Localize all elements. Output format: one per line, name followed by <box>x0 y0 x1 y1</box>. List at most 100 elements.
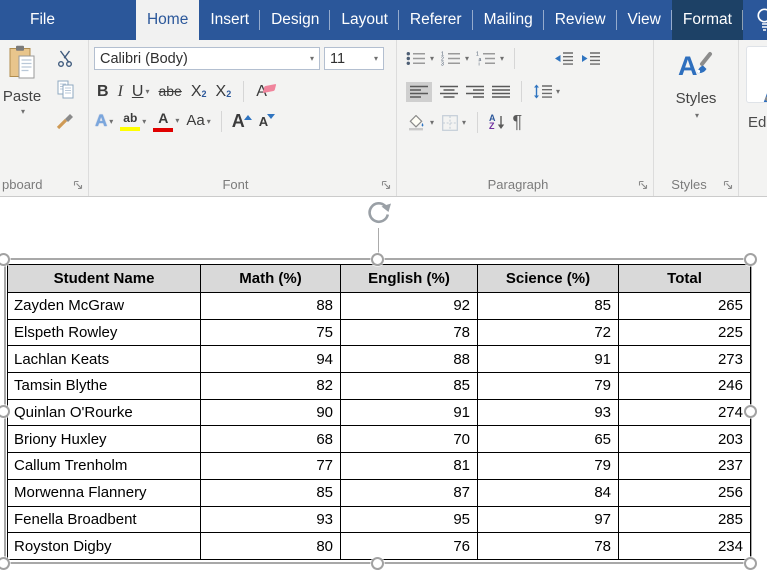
tab-mailings[interactable]: Mailing <box>473 0 544 40</box>
rotate-handle-icon[interactable] <box>364 199 393 228</box>
cell-name[interactable]: Zayden McGraw <box>8 293 201 320</box>
cell-total[interactable]: 203 <box>619 426 751 453</box>
dialog-launcher-icon[interactable] <box>73 180 83 190</box>
cell-total[interactable]: 256 <box>619 479 751 506</box>
cell-name[interactable]: Royston Digby <box>8 533 201 560</box>
show-paragraph-marks-button[interactable]: ¶ <box>513 112 523 133</box>
line-spacing-button[interactable]: ▾ <box>533 84 560 99</box>
bullets-button[interactable]: ▾ <box>406 51 434 66</box>
format-painter-icon[interactable] <box>56 112 75 130</box>
align-right-button[interactable] <box>466 85 484 99</box>
cell-total[interactable]: 285 <box>619 506 751 533</box>
decrease-indent-button[interactable] <box>554 51 574 66</box>
shrink-font-button[interactable]: A <box>259 114 275 130</box>
highlight-button[interactable]: ab▾ <box>120 112 146 130</box>
cell-total[interactable]: 225 <box>619 319 751 346</box>
cell-name[interactable]: Quinlan O'Rourke <box>8 399 201 426</box>
dialog-launcher-icon[interactable] <box>723 180 733 190</box>
resize-handle-top-center[interactable] <box>371 253 384 266</box>
grade-table[interactable]: Student NameMath (%)English (%)Science (… <box>7 264 751 560</box>
cell-math[interactable]: 93 <box>201 506 341 533</box>
tab-references[interactable]: Referer <box>399 0 473 40</box>
cell-math[interactable]: 88 <box>201 293 341 320</box>
cell-math[interactable]: 90 <box>201 399 341 426</box>
column-header[interactable]: Total <box>619 265 751 293</box>
cell-name[interactable]: Fenella Broadbent <box>8 506 201 533</box>
increase-indent-button[interactable] <box>581 51 601 66</box>
shading-button[interactable]: ▾ <box>406 115 434 131</box>
cell-name[interactable]: Lachlan Keats <box>8 346 201 373</box>
borders-button[interactable]: ▾ <box>442 115 466 131</box>
cell-name[interactable]: Tamsin Blythe <box>8 373 201 400</box>
tab-format[interactable]: Format <box>672 0 743 40</box>
cell-english[interactable]: 85 <box>341 373 478 400</box>
cell-english[interactable]: 88 <box>341 346 478 373</box>
underline-button[interactable]: U▾ <box>132 83 150 101</box>
copy-icon[interactable] <box>57 80 75 99</box>
cell-english[interactable]: 91 <box>341 399 478 426</box>
dialog-launcher-icon[interactable] <box>638 180 648 190</box>
align-left-button[interactable] <box>406 82 432 102</box>
text-effects-button[interactable]: A▾ <box>95 112 113 131</box>
cell-total[interactable]: 234 <box>619 533 751 560</box>
cell-science[interactable]: 85 <box>478 293 619 320</box>
font-size-select[interactable]: 11 ▾ <box>324 47 384 70</box>
cut-icon[interactable] <box>57 50 74 67</box>
cell-math[interactable]: 68 <box>201 426 341 453</box>
tab-view[interactable]: View <box>617 0 672 40</box>
styles-gallery-button[interactable]: A Styles ▾ <box>654 48 738 120</box>
document-canvas[interactable]: Student NameMath (%)English (%)Science (… <box>0 197 767 583</box>
cell-science[interactable]: 79 <box>478 373 619 400</box>
cell-math[interactable]: 80 <box>201 533 341 560</box>
column-header[interactable]: Science (%) <box>478 265 619 293</box>
cell-math[interactable]: 94 <box>201 346 341 373</box>
cell-name[interactable]: Elspeth Rowley <box>8 319 201 346</box>
cell-science[interactable]: 79 <box>478 453 619 480</box>
tab-review[interactable]: Review <box>544 0 617 40</box>
cell-total[interactable]: 237 <box>619 453 751 480</box>
resize-handle-top-right[interactable] <box>744 253 757 266</box>
sort-button[interactable]: AZ <box>489 115 505 130</box>
cell-name[interactable]: Morwenna Flannery <box>8 479 201 506</box>
cell-science[interactable]: 97 <box>478 506 619 533</box>
cell-total[interactable]: 265 <box>619 293 751 320</box>
dialog-launcher-icon[interactable] <box>381 180 391 190</box>
cell-science[interactable]: 72 <box>478 319 619 346</box>
grow-font-button[interactable]: A <box>232 112 252 132</box>
resize-handle-middle-right[interactable] <box>744 405 757 418</box>
subscript-button[interactable]: X2 <box>191 83 207 101</box>
editing-group-button[interactable]: A <box>746 46 767 103</box>
cell-english[interactable]: 92 <box>341 293 478 320</box>
tab-tell-me[interactable] <box>743 0 767 40</box>
font-name-select[interactable]: Calibri (Body) ▾ <box>94 47 320 70</box>
cell-name[interactable]: Briony Huxley <box>8 426 201 453</box>
cell-math[interactable]: 85 <box>201 479 341 506</box>
tab-layout[interactable]: Layout <box>330 0 399 40</box>
cell-english[interactable]: 78 <box>341 319 478 346</box>
resize-handle-bottom-left[interactable] <box>0 557 10 570</box>
italic-button[interactable]: I <box>118 83 123 101</box>
cell-english[interactable]: 95 <box>341 506 478 533</box>
cell-english[interactable]: 70 <box>341 426 478 453</box>
font-color-button[interactable]: A▾ <box>153 111 179 131</box>
cell-total[interactable]: 273 <box>619 346 751 373</box>
multilevel-list-button[interactable]: 1ai ▾ <box>476 51 504 66</box>
column-header[interactable]: Student Name <box>8 265 201 293</box>
tab-design[interactable]: Design <box>260 0 330 40</box>
clear-formatting-button[interactable]: A <box>256 83 275 101</box>
cell-english[interactable]: 76 <box>341 533 478 560</box>
cell-math[interactable]: 82 <box>201 373 341 400</box>
cell-science[interactable]: 78 <box>478 533 619 560</box>
cell-english[interactable]: 87 <box>341 479 478 506</box>
cell-name[interactable]: Callum Trenholm <box>8 453 201 480</box>
tab-insert[interactable]: Insert <box>199 0 260 40</box>
superscript-button[interactable]: X2 <box>216 83 232 101</box>
resize-handle-bottom-right[interactable] <box>744 557 757 570</box>
column-header[interactable]: Math (%) <box>201 265 341 293</box>
justify-button[interactable] <box>492 85 510 99</box>
numbering-button[interactable]: 123 ▾ <box>441 51 469 66</box>
cell-total[interactable]: 246 <box>619 373 751 400</box>
tab-file[interactable]: File <box>13 0 72 40</box>
cell-science[interactable]: 65 <box>478 426 619 453</box>
cell-math[interactable]: 77 <box>201 453 341 480</box>
